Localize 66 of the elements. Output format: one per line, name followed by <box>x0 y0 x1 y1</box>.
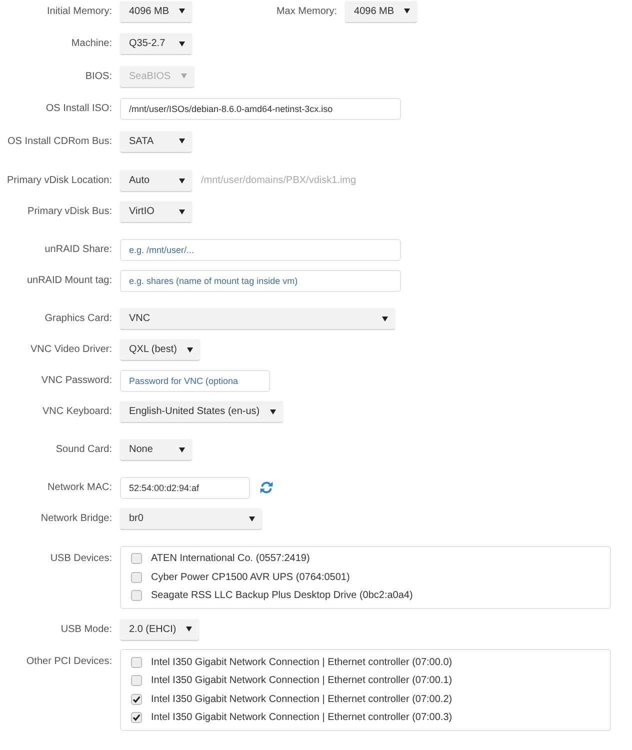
caret-icon <box>270 408 276 414</box>
field-label: unRAID Mount tag: <box>26 274 112 288</box>
dropdown-select[interactable]: English-United States (en-us) <box>120 401 283 422</box>
field-label: Network Bridge: <box>40 512 112 526</box>
field-label: USB Mode: <box>60 622 112 636</box>
field-label: Other PCI Devices: <box>25 655 112 669</box>
caret-icon <box>186 626 192 632</box>
caret-icon <box>404 8 410 14</box>
dropdown-select[interactable]: 2.0 (EHCI) <box>120 618 200 640</box>
field-label: Graphics Card: <box>44 312 112 326</box>
field-label: unRAID Share: <box>44 243 112 257</box>
refresh-icon[interactable] <box>260 481 273 494</box>
checkbox[interactable] <box>131 675 142 686</box>
caret-icon <box>179 138 185 144</box>
path-text: /mnt/user/domains/PBX/vdisk1.img <box>201 174 356 188</box>
device-label: Intel I350 Gigabit Network Connection | Ethernet controller (07:00.2) <box>151 692 452 707</box>
device-label: Intel I350 Gigabit Network Connection | Ethernet controller (07:00.3) <box>151 711 452 726</box>
field-label: VNC Password: <box>40 374 112 388</box>
device-label: ATEN International Co. (0557:2419) <box>151 552 310 566</box>
caret-icon <box>179 446 185 452</box>
checkbox[interactable] <box>131 553 142 564</box>
dropdown-select[interactable]: SATA <box>120 130 192 152</box>
device-label: Intel I350 Gigabit Network Connection | Ethernet controller (07:00.1) <box>151 674 452 688</box>
field-label: Network MAC: <box>46 481 112 495</box>
text-input[interactable]: e.g. shares (name of mount tag inside vm) <box>120 270 401 292</box>
checkbox[interactable] <box>131 590 142 602</box>
caret-icon <box>249 516 255 522</box>
caret-icon <box>382 316 388 322</box>
dropdown-select[interactable]: QXL (best) <box>120 339 200 360</box>
text-input[interactable]: Password for VNC (optiona <box>120 370 270 392</box>
field-label: Machine: <box>70 37 112 51</box>
text-input[interactable]: /mnt/user/ISOs/debian-8.6.0-amd64-netinst-3cx.iso <box>120 98 401 120</box>
field-label: Max Memory: <box>275 4 338 18</box>
checkbox[interactable] <box>131 712 142 724</box>
field-label: OS Install ISO: <box>44 102 112 116</box>
dropdown-select[interactable]: Q35-2.7 <box>120 33 192 54</box>
caret-icon <box>180 73 187 79</box>
dropdown-select[interactable]: 4096 MB <box>120 0 192 22</box>
checkbox[interactable] <box>131 694 142 705</box>
field-label: Initial Memory: <box>46 4 112 18</box>
device-label: Intel I350 Gigabit Network Connection | Ethernet controller (07:00.0) <box>151 656 452 670</box>
field-label: VNC Keyboard: <box>42 405 112 419</box>
field-label: Primary vDisk Bus: <box>26 205 112 219</box>
dropdown-select[interactable]: None <box>120 439 192 460</box>
text-input[interactable]: 52:54:00:d2:94:af <box>120 476 250 498</box>
checkbox[interactable] <box>131 656 142 668</box>
caret-icon <box>179 8 186 14</box>
field-label: USB Devices: <box>49 552 112 566</box>
caret-icon <box>179 178 185 184</box>
field-label: Primary vDisk Location: <box>6 174 112 188</box>
field-label: VNC Video Driver: <box>29 343 112 357</box>
text-input[interactable]: e.g. /mnt/user/... <box>120 238 401 260</box>
dropdown-select[interactable]: VNC <box>120 308 395 329</box>
dropdown-select[interactable]: br0 <box>120 508 262 529</box>
field-label: Sound Card: <box>54 443 112 457</box>
checkbox[interactable] <box>131 572 142 583</box>
field-label: OS Install CDRom Bus: <box>6 134 112 148</box>
field-label: BIOS: <box>84 70 112 84</box>
device-label: Seagate RSS LLC Backup Plus Desktop Drive (0bc2:a0a4) <box>151 589 413 604</box>
dropdown-select[interactable]: Auto <box>120 170 192 191</box>
dropdown-select[interactable]: VirtIO <box>120 201 192 222</box>
dropdown-select[interactable]: 4096 MB <box>345 0 418 22</box>
caret-icon <box>186 346 193 352</box>
caret-icon <box>179 40 185 46</box>
device-label: Cyber Power CP1500 AVR UPS (0764:0501) <box>151 570 350 585</box>
caret-icon <box>179 208 185 214</box>
